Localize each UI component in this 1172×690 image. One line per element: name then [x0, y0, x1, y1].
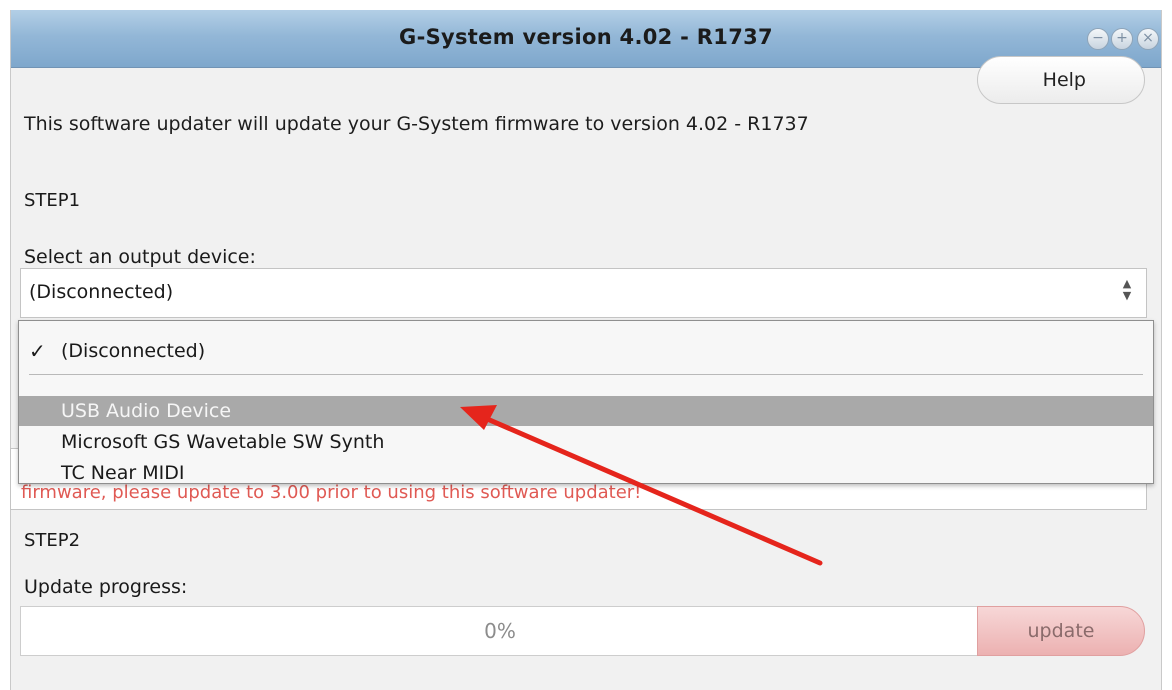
- red-arrow-annotation: [460, 405, 823, 566]
